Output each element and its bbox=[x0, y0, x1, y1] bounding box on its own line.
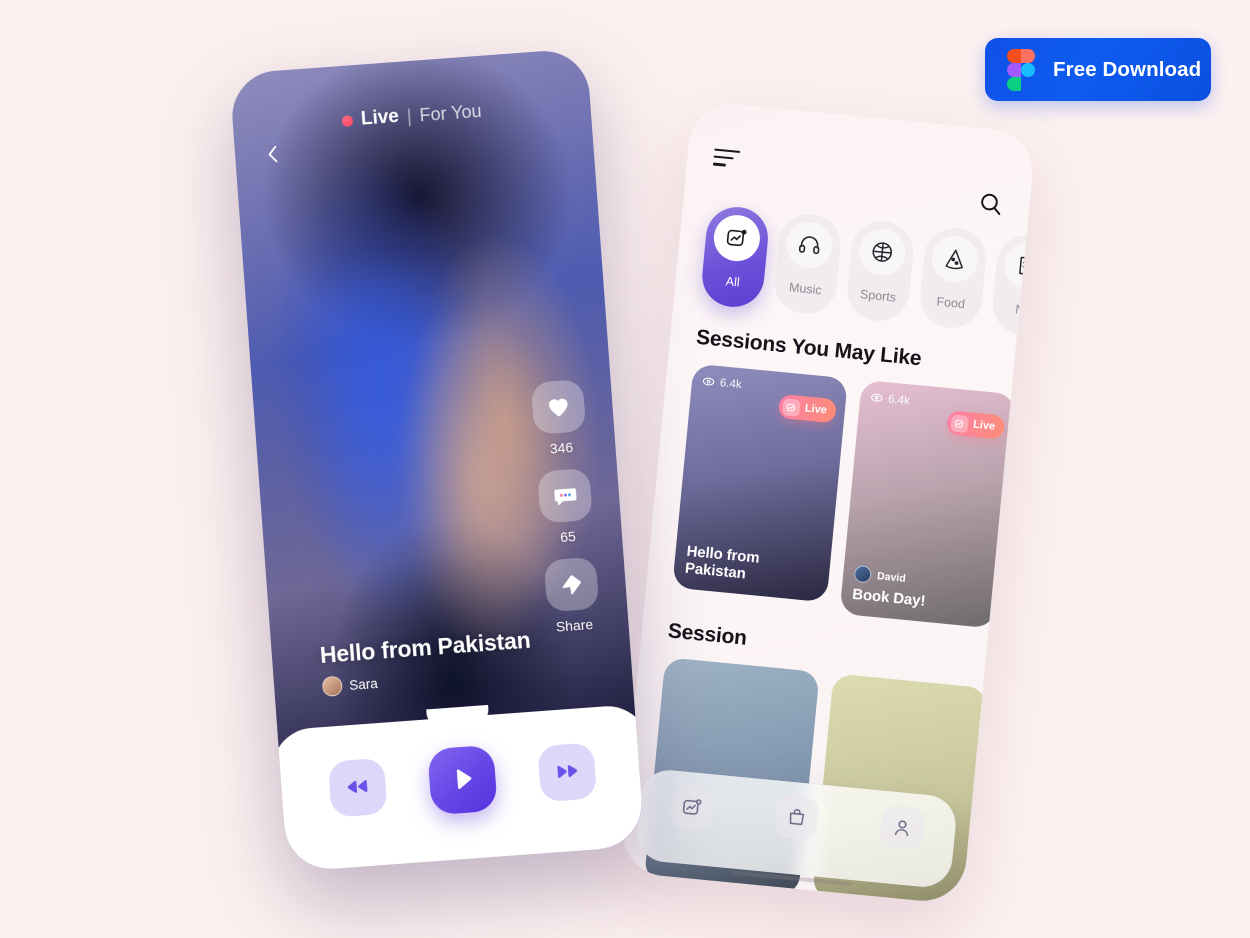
view-count-label: 6.4k bbox=[719, 376, 743, 391]
category-chip-music[interactable]: Music bbox=[772, 211, 844, 317]
home-top-bar bbox=[711, 143, 1007, 217]
forward-icon[interactable] bbox=[537, 742, 598, 803]
session-card-meta: Hello from Pakistan bbox=[684, 539, 823, 590]
live-screen-phone: Live | For You 346 65 Share Hello from P… bbox=[229, 47, 645, 873]
basketball-icon bbox=[857, 226, 908, 278]
live-badge-icon bbox=[950, 414, 969, 433]
free-download-button[interactable]: Free Download bbox=[985, 38, 1211, 101]
free-download-label: Free Download bbox=[1053, 57, 1202, 81]
comment-action[interactable]: 65 bbox=[537, 467, 594, 547]
tab-profile[interactable] bbox=[879, 804, 926, 851]
live-badge: Live bbox=[946, 410, 1006, 440]
avatar bbox=[853, 564, 873, 584]
category-label: Music bbox=[788, 280, 823, 298]
category-chip-sports[interactable]: Sports bbox=[844, 218, 917, 324]
session-card-meta: David Book Day! bbox=[852, 564, 991, 616]
category-list: All Music Sports Food Ne bbox=[699, 204, 1037, 338]
player-notch bbox=[426, 704, 490, 728]
tab-shop[interactable] bbox=[774, 794, 821, 841]
live-username: Sara bbox=[348, 675, 379, 693]
session-card[interactable]: 6.4k Live David Book Day! bbox=[839, 379, 1017, 629]
tab-sessions[interactable] bbox=[669, 784, 715, 831]
session-card-username: David bbox=[876, 569, 907, 585]
category-label: Sports bbox=[859, 287, 897, 305]
heart-icon[interactable] bbox=[530, 379, 587, 435]
like-count: 346 bbox=[549, 439, 574, 457]
category-chip-all[interactable]: All bbox=[699, 204, 771, 310]
media-player bbox=[269, 703, 645, 873]
share-icon[interactable] bbox=[543, 556, 600, 613]
search-icon[interactable] bbox=[977, 190, 1005, 222]
rewind-icon[interactable] bbox=[327, 757, 388, 818]
figma-logo-icon bbox=[1007, 48, 1035, 91]
category-chip-news[interactable]: Ne bbox=[990, 232, 1037, 338]
chevron-left-icon[interactable] bbox=[264, 143, 282, 171]
title-separator: | bbox=[406, 105, 413, 126]
live-dot-icon bbox=[341, 114, 354, 127]
headphones-icon bbox=[784, 219, 835, 271]
like-action[interactable]: 346 bbox=[530, 379, 588, 458]
category-label: Ne bbox=[1014, 302, 1032, 318]
avatar bbox=[321, 675, 343, 697]
view-count-label: 6.4k bbox=[887, 392, 911, 407]
session-card-caption: Hello from Pakistan bbox=[684, 542, 761, 583]
home-screen-phone: All Music Sports Food Ne Sessions You Ma… bbox=[618, 100, 1037, 905]
comment-icon[interactable] bbox=[537, 467, 593, 524]
live-badge-label: Live bbox=[972, 418, 996, 433]
comment-count: 65 bbox=[559, 528, 577, 546]
live-label: Live bbox=[360, 105, 400, 130]
play-icon[interactable] bbox=[427, 744, 498, 816]
pizza-icon bbox=[929, 233, 981, 285]
hamburger-icon[interactable] bbox=[712, 143, 741, 173]
category-chip-food[interactable]: Food bbox=[917, 225, 989, 331]
live-badge: Live bbox=[777, 393, 837, 424]
photo-chart-icon bbox=[711, 213, 763, 264]
news-icon bbox=[1002, 240, 1037, 292]
view-count: 6.4k bbox=[870, 391, 911, 408]
player-controls bbox=[272, 733, 645, 827]
feed-label[interactable]: For You bbox=[419, 100, 482, 125]
view-count: 6.4k bbox=[701, 374, 742, 391]
live-badge-label: Live bbox=[804, 402, 828, 417]
category-label: Food bbox=[935, 294, 966, 312]
live-badge-icon bbox=[782, 397, 801, 417]
category-label: All bbox=[725, 274, 741, 290]
session-card[interactable]: 6.4k Live Hello from Pakistan bbox=[672, 363, 848, 603]
session-card-row: 6.4k Live Hello from Pakistan 6.4k Live … bbox=[671, 363, 1017, 629]
